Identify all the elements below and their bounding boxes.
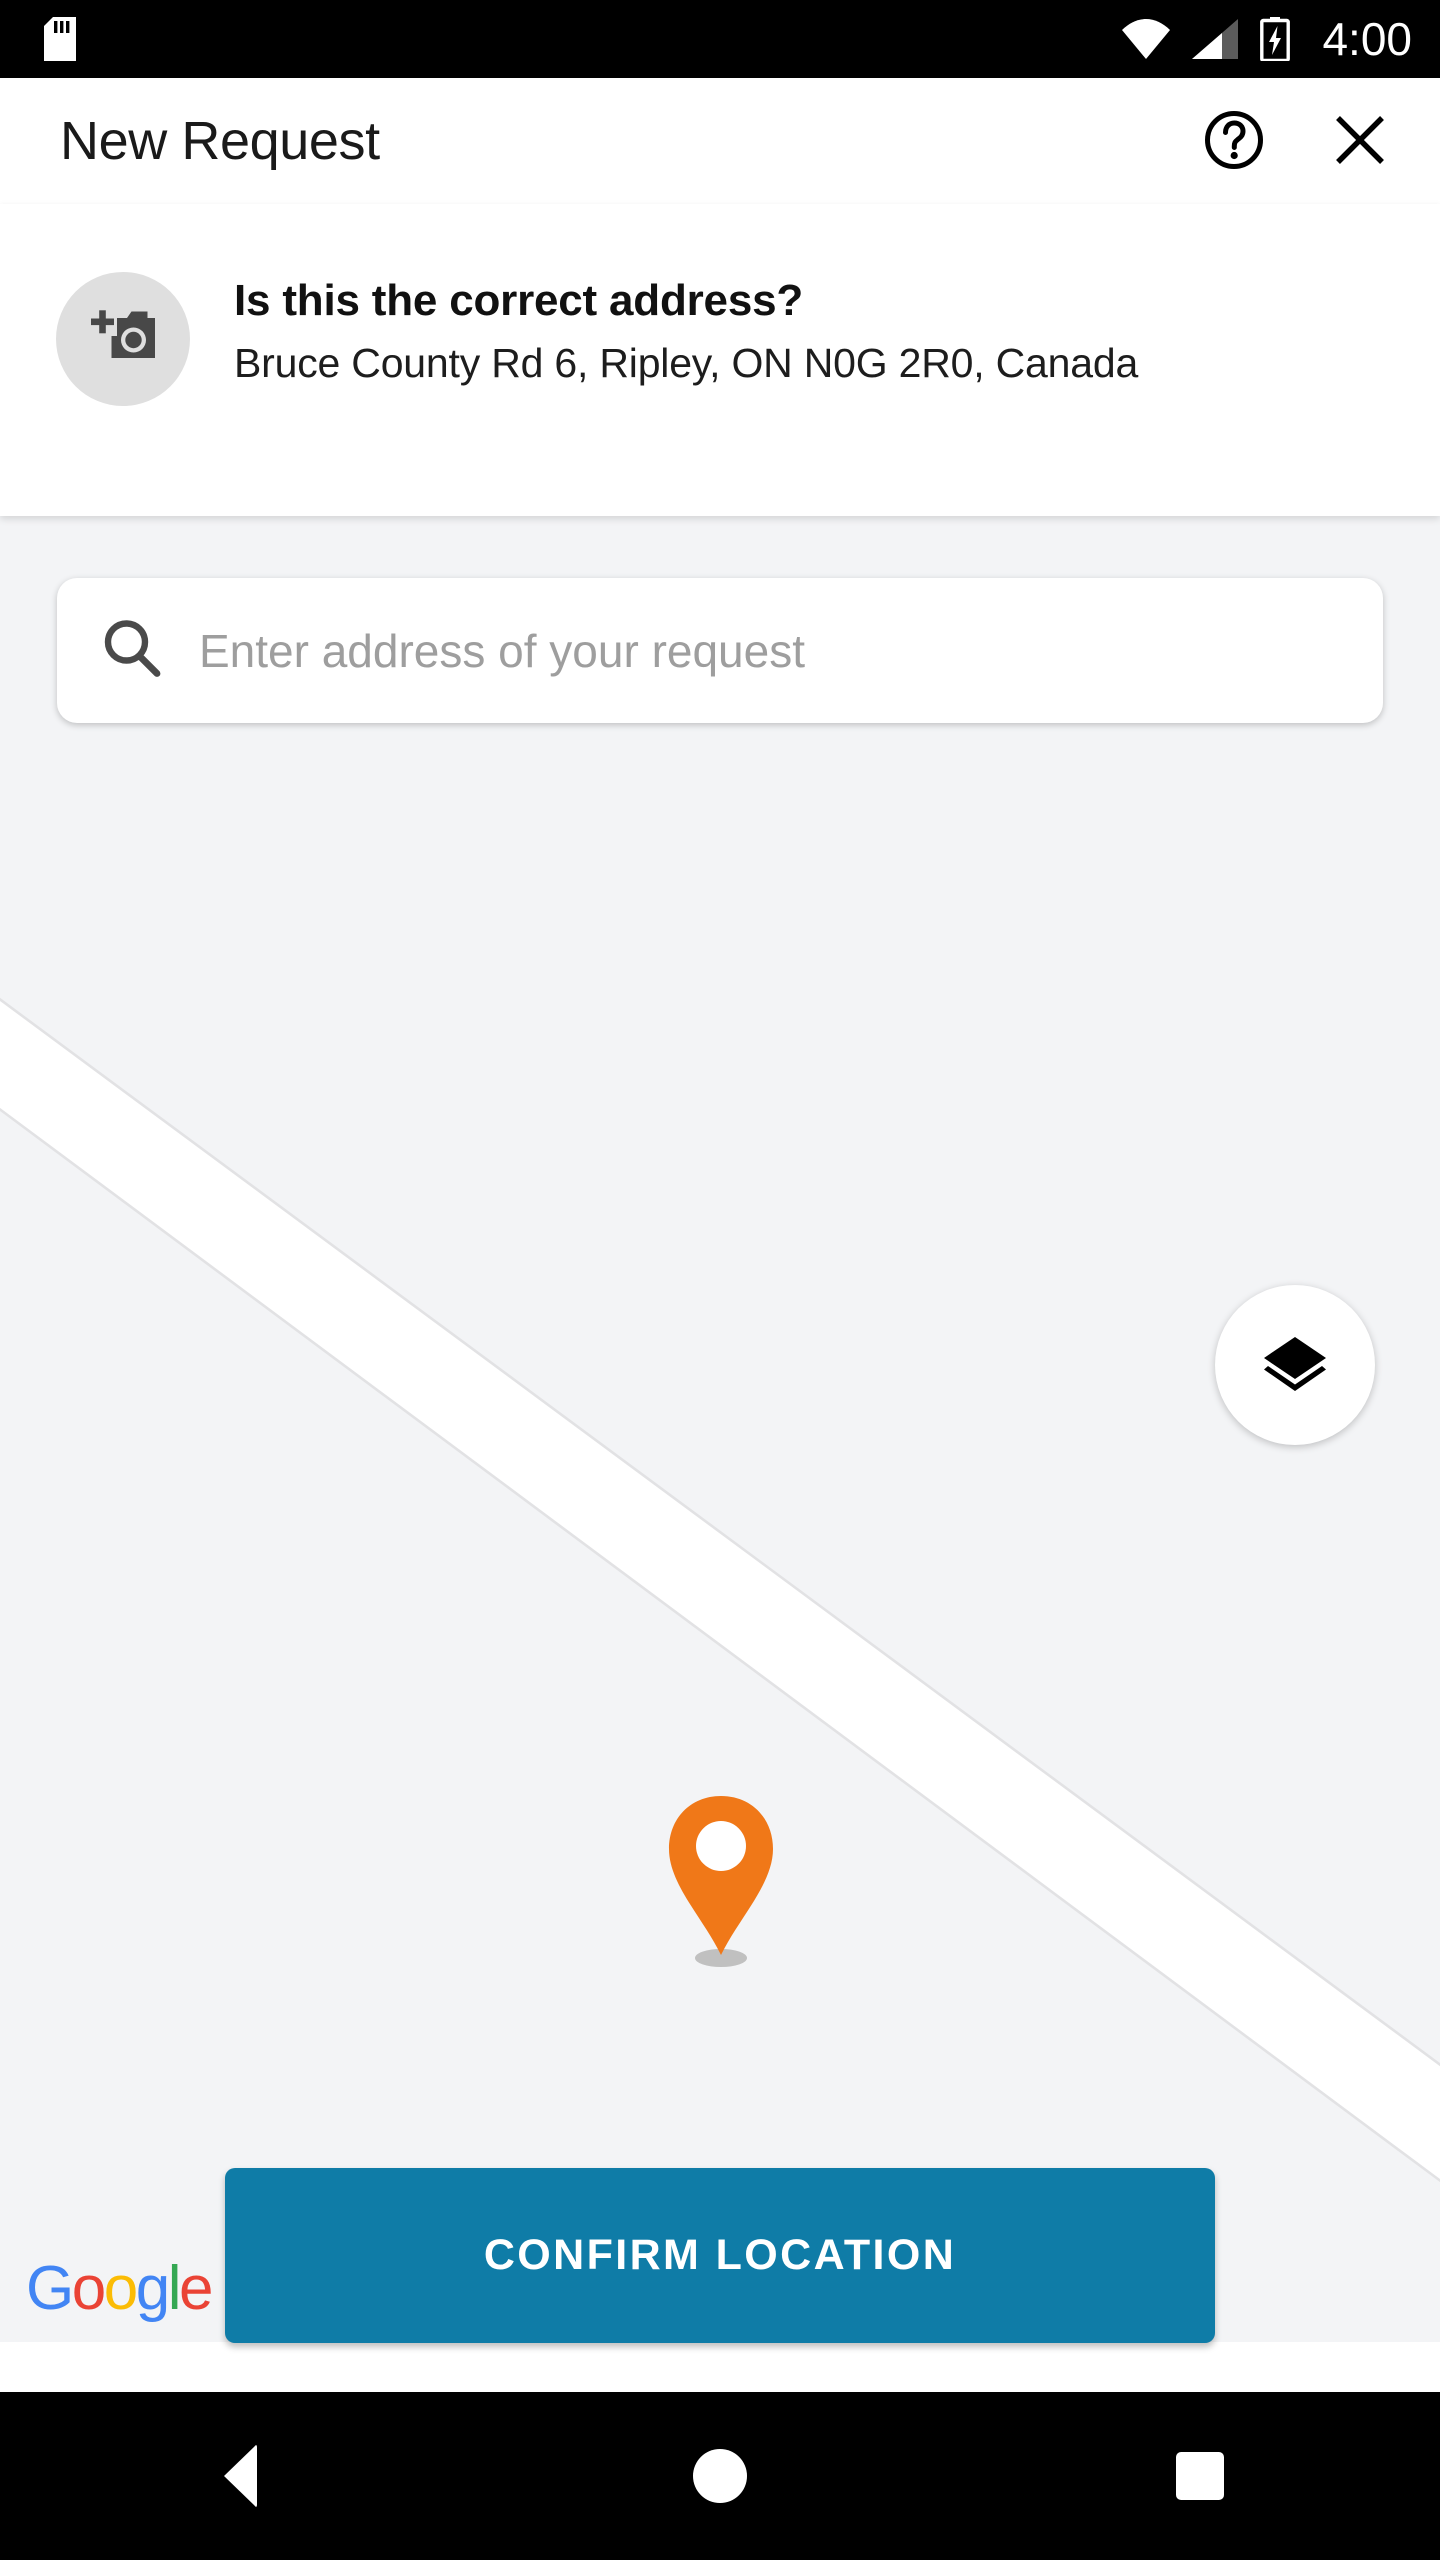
address-header-panel: Is this the correct address? Bruce Count… — [0, 204, 1440, 516]
status-bar-left — [44, 17, 76, 61]
status-bar-right: 4:00 — [1122, 16, 1412, 62]
google-letter: G — [26, 2254, 74, 2323]
google-letter: o — [71, 2254, 106, 2323]
confirm-location-button[interactable]: CONFIRM LOCATION — [225, 2168, 1215, 2343]
map-layers-button[interactable] — [1215, 1285, 1375, 1445]
location-pin-marker[interactable] — [657, 1792, 785, 1970]
sd-card-icon — [44, 17, 76, 61]
wifi-icon — [1122, 19, 1171, 59]
address-value: Bruce County Rd 6, Ripley, ON N0G 2R0, C… — [234, 340, 1139, 387]
google-letter: o — [103, 2254, 138, 2323]
map-layers-icon — [1262, 1333, 1328, 1398]
search-bar[interactable] — [57, 578, 1383, 723]
help-button[interactable] — [1202, 109, 1266, 173]
search-input[interactable] — [199, 623, 1383, 678]
nav-home-button[interactable] — [480, 2392, 960, 2560]
google-letter: l — [167, 2254, 182, 2323]
back-icon — [223, 2444, 257, 2508]
app-bar: New Request — [0, 78, 1440, 204]
battery-charging-icon — [1260, 17, 1291, 61]
map-roads — [0, 516, 1440, 2342]
address-question: Is this the correct address? — [234, 276, 804, 325]
status-bar: 4:00 — [0, 0, 1440, 78]
nav-back-button[interactable] — [0, 2392, 480, 2560]
home-icon — [693, 2449, 747, 2503]
help-circle-icon — [1203, 109, 1265, 174]
address-row: Is this the correct address? Bruce Count… — [0, 204, 1440, 406]
status-bar-clock: 4:00 — [1322, 13, 1412, 65]
page-title: New Request — [60, 111, 380, 171]
google-letter: e — [178, 2254, 213, 2323]
cellular-signal-icon — [1192, 19, 1239, 59]
add-photo-camera-icon — [87, 306, 159, 373]
nav-recents-button[interactable] — [960, 2392, 1440, 2560]
close-icon — [1330, 110, 1390, 173]
avatar[interactable] — [56, 272, 190, 406]
recents-icon — [1176, 2452, 1224, 2500]
map-canvas[interactable]: G o o g l e — [0, 516, 1440, 2342]
google-letter: g — [135, 2254, 170, 2323]
app-bar-actions — [1202, 109, 1392, 173]
phone-screen: 4:00 New Request Is this the correct add… — [0, 0, 1440, 2560]
google-attribution: G o o g l e — [26, 2254, 213, 2323]
android-nav-bar — [0, 2392, 1440, 2560]
close-button[interactable] — [1328, 109, 1392, 173]
address-text-block: Is this the correct address? Bruce Count… — [234, 272, 1138, 388]
search-icon — [101, 617, 163, 684]
